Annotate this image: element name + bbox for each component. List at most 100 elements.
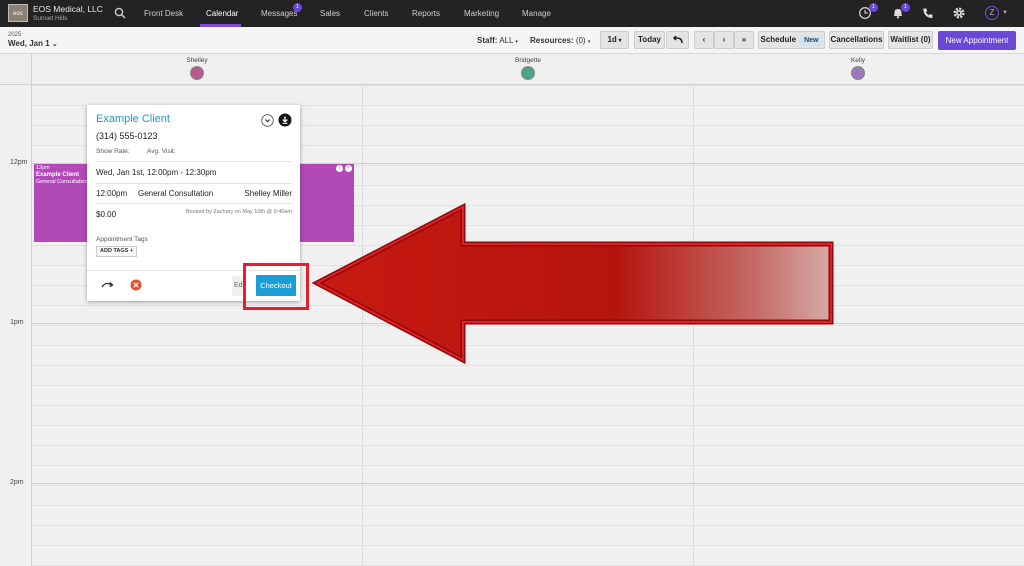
staff-avatar — [851, 66, 865, 80]
undo-button[interactable] — [666, 31, 689, 49]
staff-name: Shelley — [186, 57, 208, 64]
appointment-tags-label: Appointment Tags — [96, 236, 148, 243]
date-year: 2025 — [8, 32, 22, 38]
grid-line — [32, 545, 1024, 546]
company-location: Sunset Hills — [33, 15, 68, 22]
staff-column-shelley[interactable]: Shelley — [177, 57, 217, 80]
grid-line — [32, 385, 1024, 386]
calendar-toolbar: 2025 Wed, Jan 1 ⌄ Staff: ALL ▾ Resources… — [0, 27, 1024, 54]
company-name: EOS Medical, LLC — [33, 4, 103, 14]
divider — [96, 203, 292, 204]
clock-badge: 1 — [869, 3, 878, 12]
grid-line — [32, 85, 1024, 86]
popup-booked-by: Booked by Zachary on May 10th @ 9:40am — [185, 209, 292, 215]
time-label-2pm: 2pm — [10, 479, 24, 486]
hour-grid-line — [32, 483, 1024, 484]
search-icon[interactable] — [114, 7, 126, 19]
caret-icon: ▾ — [587, 39, 591, 45]
caret-icon: ▾ — [515, 39, 518, 45]
popup-start-time: 12:00pm — [96, 189, 128, 198]
add-tags-button[interactable]: ADD TAGS + — [96, 246, 138, 257]
view-select-value: 1d — [607, 35, 617, 44]
appointment-service: General Consultation — [36, 179, 88, 185]
time-label-12pm: 12pm — [10, 159, 28, 166]
chevron-down-icon: ▾ — [616, 38, 622, 44]
staff-filter[interactable]: Staff: ALL ▾ — [477, 36, 518, 45]
popup-phone[interactable]: (314) 555-0123 — [96, 131, 158, 141]
resources-filter-label: Resources: — [530, 36, 574, 45]
checkout-highlight-box — [243, 263, 309, 310]
phone-icon[interactable] — [921, 6, 935, 20]
today-button[interactable]: Today — [634, 31, 665, 49]
time-gutter-divider — [31, 54, 32, 566]
nav-manage[interactable]: Manage — [522, 9, 551, 18]
staff-header: Shelley Bridgette Kelly — [0, 54, 1024, 85]
undo-icon — [672, 35, 683, 44]
next-button[interactable]: › — [714, 31, 734, 49]
gear-icon[interactable] — [952, 6, 966, 20]
divider — [96, 183, 292, 184]
grid-line — [32, 445, 1024, 446]
nav-front-desk[interactable]: Front Desk — [144, 9, 183, 18]
grid-line — [32, 485, 1024, 486]
schedule-button[interactable]: Schedule New — [758, 31, 825, 49]
top-nav: eos EOS Medical, LLC Sunset Hills Front … — [0, 0, 1024, 27]
staff-avatar — [521, 66, 535, 80]
nav-marketing[interactable]: Marketing — [464, 9, 499, 18]
chevron-down-icon[interactable] — [261, 114, 274, 127]
messages-badge: 1 — [293, 3, 302, 12]
nav-clients[interactable]: Clients — [364, 9, 388, 18]
schedule-label: Schedule — [760, 35, 797, 44]
waitlist-button[interactable]: Waitlist (0) — [888, 31, 933, 49]
time-label-1pm: 1pm — [10, 319, 24, 326]
prev-button[interactable]: ‹ — [694, 31, 714, 49]
nav-calendar[interactable]: Calendar — [206, 9, 238, 18]
popup-staff: Shelley Miller — [244, 189, 292, 198]
cancellations-button[interactable]: Cancellations — [829, 31, 884, 49]
grid-line — [32, 505, 1024, 506]
grid-line — [32, 425, 1024, 426]
pointer-arrow-graphic — [311, 202, 834, 365]
nav-sales[interactable]: Sales — [320, 9, 340, 18]
new-badge: New — [800, 35, 823, 46]
close-icon[interactable]: × — [345, 165, 352, 172]
date-picker[interactable]: Wed, Jan 1 ⌄ — [8, 39, 58, 48]
company-logo[interactable]: eos — [8, 4, 28, 22]
staff-filter-label: Staff: — [477, 36, 498, 45]
staff-column-kelly[interactable]: Kelly — [838, 57, 878, 80]
resources-filter[interactable]: Resources: (0) ▾ — [530, 36, 590, 45]
date-label: Wed, Jan 1 — [8, 39, 50, 48]
staff-name: Kelly — [850, 57, 866, 64]
chevron-down-icon[interactable]: ▼ — [1002, 10, 1008, 16]
view-select[interactable]: 1d ▾ — [600, 31, 629, 49]
chevron-right-icon: › — [722, 35, 726, 44]
download-icon[interactable] — [278, 113, 292, 127]
divider — [96, 161, 292, 162]
popup-price: $0.00 — [96, 210, 117, 219]
user-avatar[interactable]: Z — [985, 6, 999, 20]
grid-line — [32, 405, 1024, 406]
grid-line — [32, 525, 1024, 526]
cancel-appointment-icon[interactable] — [130, 279, 142, 291]
staff-name: Bridgette — [514, 57, 542, 64]
reschedule-icon[interactable] — [101, 280, 115, 290]
show-rate-label: Show Rate: — [96, 148, 130, 155]
nav-reports[interactable]: Reports — [412, 9, 440, 18]
appointment-client: Example Client — [36, 172, 80, 178]
staff-column-bridgette[interactable]: Bridgette — [508, 57, 548, 80]
company-switcher[interactable]: EOS Medical, LLC Sunset Hills — [33, 5, 103, 23]
info-icon[interactable]: i — [336, 165, 343, 172]
appointment-time: 12pm — [36, 165, 50, 171]
staff-filter-value: ALL — [499, 36, 514, 45]
staff-avatar — [190, 66, 204, 80]
popup-service: General Consultation — [138, 189, 214, 198]
nav-messages[interactable]: Messages — [261, 9, 297, 18]
jump-forward-button[interactable]: » — [734, 31, 754, 49]
avg-visit-label: Avg. Visit: — [147, 148, 176, 155]
popup-client-name[interactable]: Example Client — [96, 113, 170, 125]
chevron-down-icon: ⌄ — [51, 41, 58, 48]
popup-date-time: Wed, Jan 1st, 12:00pm - 12:30pm — [96, 168, 217, 177]
bell-badge: 1 — [901, 3, 910, 12]
chevron-left-icon: ‹ — [702, 35, 706, 44]
new-appointment-button[interactable]: New Appointment — [938, 31, 1016, 50]
